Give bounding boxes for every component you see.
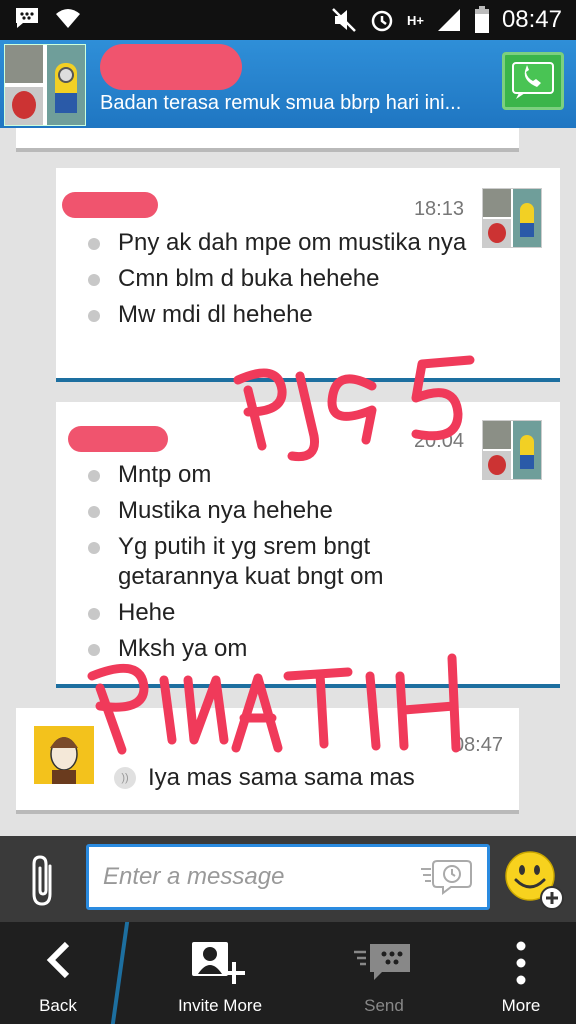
clock: 08:47 [501, 6, 562, 33]
back-label: Back [39, 996, 77, 1015]
voice-call-button[interactable] [502, 52, 564, 110]
sender-avatar [482, 420, 542, 480]
message-line: Mntp om [86, 460, 480, 490]
back-button[interactable]: Back [0, 922, 116, 1024]
message-text: Iya mas sama sama mas [148, 764, 415, 791]
sender-avatar [482, 188, 542, 248]
my-avatar [34, 726, 94, 784]
previous-message-edge [16, 128, 519, 152]
outgoing-message[interactable]: 08:47 )) Iya mas sama sama mas [16, 708, 519, 814]
message-line: Mksh ya om [86, 634, 480, 664]
incoming-message[interactable]: 20:04 Mntp om Mustika nya hehehe Yg puti… [56, 402, 560, 688]
mute-icon [332, 8, 356, 32]
signal-icon [437, 9, 460, 31]
message-time: 08:47 [452, 734, 503, 756]
message-line: Cmn blm d buka hehehe [86, 264, 480, 294]
invite-contact-icon [192, 942, 245, 984]
more-dots-icon [516, 941, 526, 985]
send-label: Send [364, 996, 404, 1015]
redacted-sender-name [62, 192, 158, 218]
network-type: H+ [406, 12, 424, 28]
contact-status-message: Badan terasa remuk smua bbrp hari ini... [100, 92, 462, 114]
compose-bar [0, 836, 576, 922]
send-bbm-icon [354, 944, 410, 980]
ping-icon[interactable] [419, 857, 475, 895]
battery-icon [474, 6, 489, 33]
back-arrow-icon [46, 941, 70, 979]
message-line: Yg putih it yg srem bngt getarannya kuat… [86, 532, 480, 592]
conversation-view[interactable]: 18:13 Pny ak dah mpe om mustika nya Cmn … [0, 128, 576, 836]
invite-more-button[interactable]: Invite More [150, 922, 290, 1024]
wifi-icon [56, 9, 80, 28]
message-line: Hehe [86, 598, 480, 628]
bbm-icon [16, 8, 38, 28]
more-button[interactable]: More [466, 922, 576, 1024]
message-lines: Mntp om Mustika nya hehehe Yg putih it y… [86, 460, 480, 670]
redacted-sender-name [68, 426, 168, 452]
message-lines: Pny ak dah mpe om mustika nya Cmn blm d … [86, 228, 480, 336]
incoming-message[interactable]: 18:13 Pny ak dah mpe om mustika nya Cmn … [56, 168, 560, 382]
message-line: Mustika nya hehehe [86, 496, 480, 526]
invite-more-label: Invite More [177, 996, 263, 1015]
alarm-icon [371, 10, 393, 32]
send-button[interactable]: Send [314, 922, 454, 1024]
message-input[interactable] [101, 857, 405, 897]
attach-icon[interactable] [26, 852, 60, 908]
message-time: 18:13 [413, 198, 464, 220]
more-label: More [501, 996, 541, 1015]
message-input-box[interactable] [86, 844, 490, 910]
emoticon-icon[interactable] [502, 848, 566, 912]
status-bar: H+ 08:47 [0, 0, 576, 40]
delivery-status-icon: )) [114, 767, 136, 789]
message-time: 20:04 [413, 430, 464, 452]
message-line: Pny ak dah mpe om mustika nya [86, 228, 480, 258]
redacted-contact-name [100, 44, 242, 90]
phone-icon [512, 62, 554, 99]
message-line: Mw mdi dl hehehe [86, 300, 480, 330]
bottom-action-bar: Back Invite More Send More [0, 922, 576, 1024]
contact-avatar[interactable] [4, 44, 86, 126]
chat-header[interactable]: Badan terasa remuk smua bbrp hari ini... [0, 40, 576, 128]
